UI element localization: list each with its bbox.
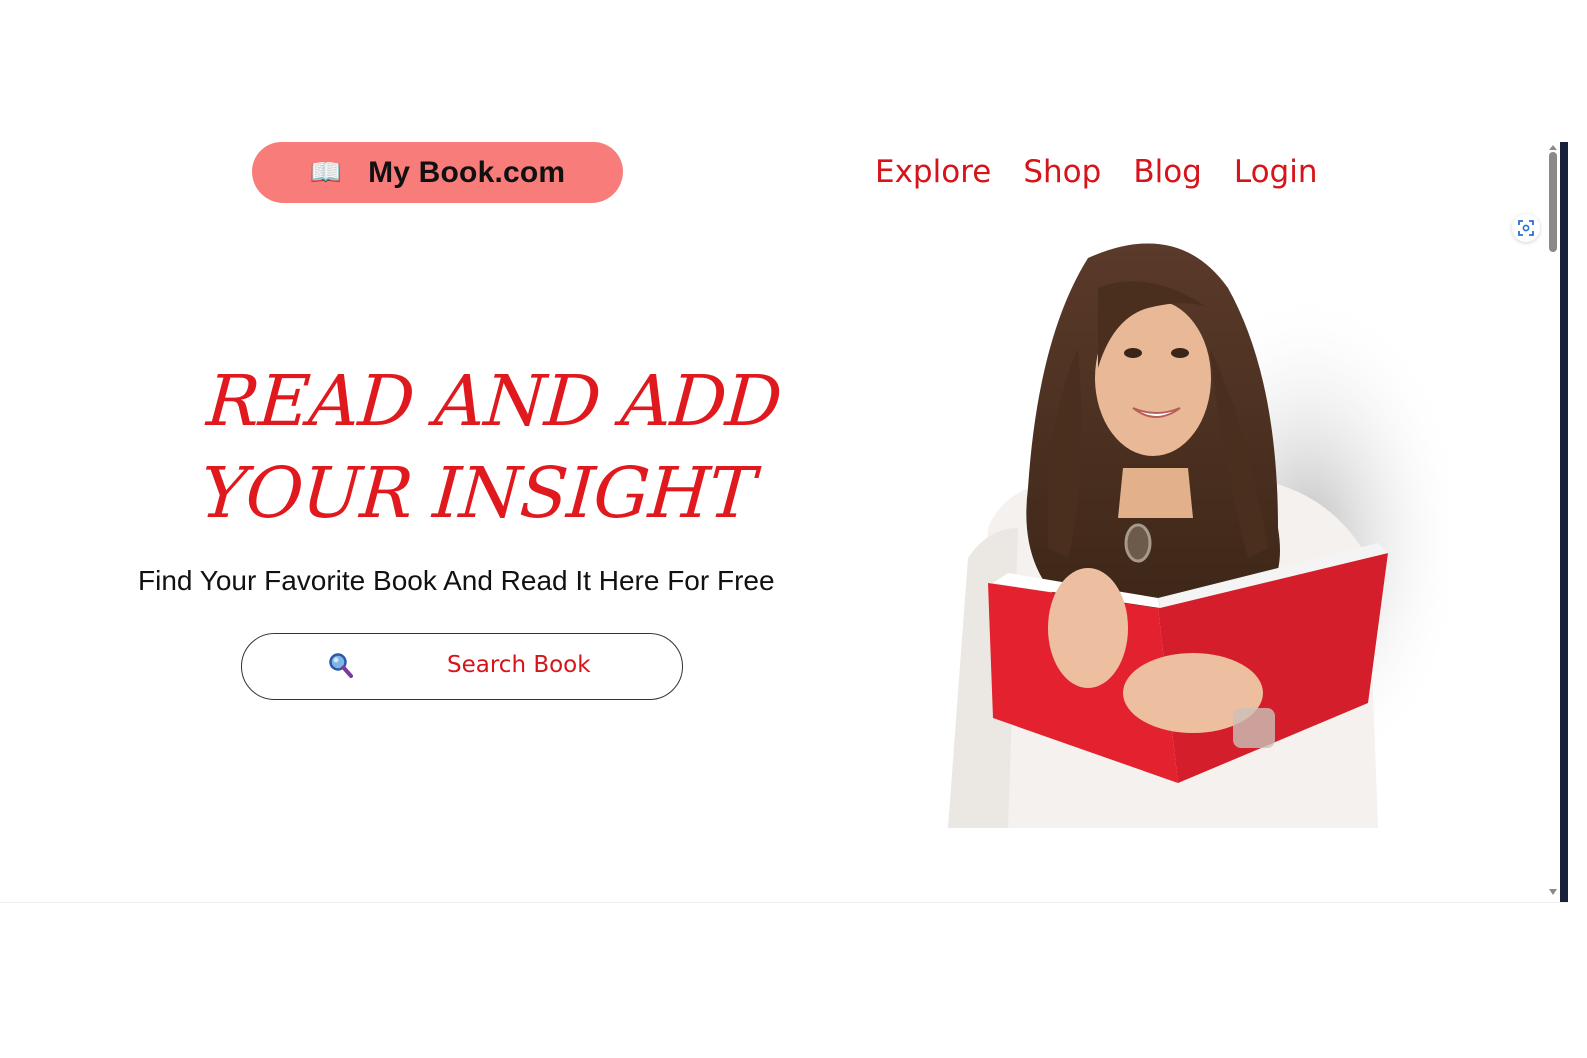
viewport-bottom-edge xyxy=(0,902,1568,903)
main-nav: Explore Shop Blog Login xyxy=(875,150,1317,194)
search-book-button[interactable]: Search Book xyxy=(241,633,683,700)
open-book-icon: 📖 xyxy=(309,157,343,188)
hero-headline: READ AND ADD YOUR INSIGHT xyxy=(197,355,784,539)
hero-subtitle: Find Your Favorite Book And Read It Here… xyxy=(138,565,775,596)
nav-shop[interactable]: Shop xyxy=(1023,150,1101,194)
screen-capture-icon xyxy=(1518,220,1534,236)
page: 📖 My Book.com Explore Shop Blog Login RE… xyxy=(0,0,1587,1058)
nav-blog[interactable]: Blog xyxy=(1133,150,1202,194)
woman-reading-book-image xyxy=(948,243,1448,828)
screen-capture-button[interactable] xyxy=(1512,214,1540,242)
top-blank-area xyxy=(0,0,1587,142)
nav-explore[interactable]: Explore xyxy=(875,150,991,194)
logo-button[interactable]: 📖 My Book.com xyxy=(252,142,623,203)
scroll-down-arrow-icon[interactable] xyxy=(1548,886,1558,898)
nav-login[interactable]: Login xyxy=(1234,150,1318,194)
window-dark-edge xyxy=(1560,142,1568,902)
brand-name: My Book.com xyxy=(368,155,566,189)
headline-line-1: READ AND ADD xyxy=(204,360,784,442)
scrollbar-thumb[interactable] xyxy=(1549,152,1557,252)
scroll-up-arrow-icon[interactable] xyxy=(1548,142,1558,152)
headline-line-2: YOUR INSIGHT xyxy=(197,452,758,534)
vertical-scrollbar[interactable] xyxy=(1546,142,1560,902)
search-book-label: Search Book xyxy=(447,652,591,678)
magnifying-glass-icon xyxy=(329,653,353,678)
